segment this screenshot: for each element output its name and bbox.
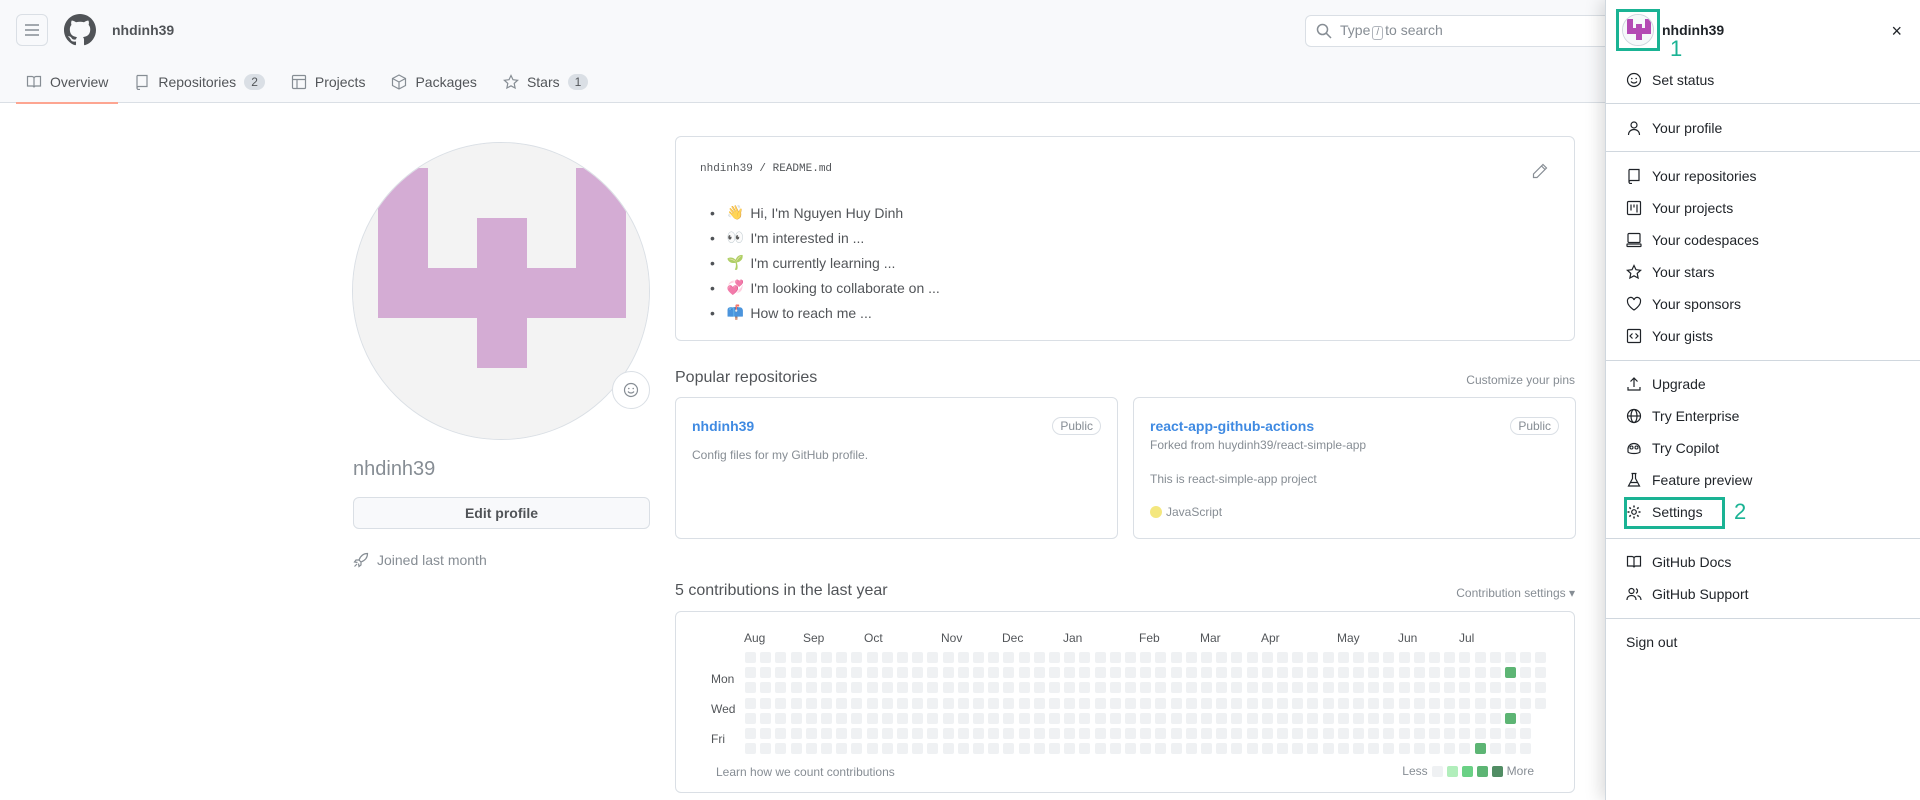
menu-item-label: Sign out <box>1626 634 1678 650</box>
menu-item-label: Try Copilot <box>1652 440 1720 456</box>
copilot-icon <box>1627 442 1641 455</box>
code-square-icon <box>1626 328 1642 344</box>
menu-item-your-projects[interactable]: Your projects <box>1622 194 1905 222</box>
project-icon <box>1626 200 1642 216</box>
user-menu-drawer: nhdinh39 1 × Set status Your profile You… <box>1605 0 1920 800</box>
annotation-number-2: 2 <box>1734 499 1747 524</box>
heart-icon <box>1626 296 1642 311</box>
menu-divider <box>1606 618 1920 619</box>
menu-item-label: Your projects <box>1652 200 1734 216</box>
menu-item-label: Your sponsors <box>1652 296 1741 312</box>
star-icon <box>1626 264 1642 280</box>
menu-item-your-repositories[interactable]: Your repositories <box>1622 162 1905 190</box>
menu-item-your-codespaces[interactable]: Your codespaces <box>1622 226 1905 254</box>
book-icon <box>1626 555 1642 568</box>
menu-divider <box>1606 103 1920 104</box>
close-icon[interactable]: × <box>1891 21 1902 42</box>
menu-item-try-enterprise[interactable]: Try Enterprise <box>1622 402 1905 430</box>
menu-item-label: Your codespaces <box>1652 232 1759 248</box>
menu-item-your-gists[interactable]: Your gists <box>1622 322 1905 350</box>
repo-icon <box>1628 168 1640 184</box>
annotation-number-1: 1 <box>1670 36 1683 61</box>
profile-page: nhdinh39 Type / to search Overview Reposit… <box>0 0 1920 800</box>
menu-item-label: Your repositories <box>1652 168 1757 184</box>
person-icon <box>1627 121 1641 136</box>
menu-backdrop[interactable] <box>0 0 1605 800</box>
menu-item-github-support[interactable]: GitHub Support <box>1622 580 1905 608</box>
annotation-box-2 <box>1624 497 1725 529</box>
menu-item-github-docs[interactable]: GitHub Docs <box>1622 548 1905 576</box>
menu-item-sign-out[interactable]: Sign out <box>1622 628 1905 656</box>
menu-item-feature-preview[interactable]: Feature preview <box>1622 466 1905 494</box>
menu-item-label: Try Enterprise <box>1652 408 1740 424</box>
upload-icon <box>1627 377 1641 391</box>
menu-item-try-copilot[interactable]: Try Copilot <box>1622 434 1905 462</box>
menu-item-label: Your gists <box>1652 328 1713 344</box>
menu-item-label: Set status <box>1652 72 1715 88</box>
menu-divider <box>1606 538 1920 539</box>
menu-divider <box>1606 151 1920 152</box>
globe-icon <box>1626 408 1642 424</box>
menu-item-label: GitHub Docs <box>1652 554 1732 570</box>
menu-divider <box>1606 360 1920 361</box>
smiley-icon <box>1626 72 1642 88</box>
people-icon <box>1626 587 1642 601</box>
menu-item-your-stars[interactable]: Your stars <box>1622 258 1905 286</box>
beaker-icon <box>1627 472 1641 487</box>
menu-item-label: Upgrade <box>1652 376 1706 392</box>
menu-item-label: GitHub Support <box>1652 586 1749 602</box>
annotation-box-1 <box>1616 9 1660 51</box>
menu-item-label: Your profile <box>1652 120 1723 136</box>
menu-item-your-profile[interactable]: Your profile <box>1622 114 1905 142</box>
codespaces-icon <box>1626 232 1642 248</box>
menu-item-your-sponsors[interactable]: Your sponsors <box>1622 290 1905 318</box>
menu-item-label: Feature preview <box>1652 472 1753 488</box>
menu-item-upgrade[interactable]: Upgrade <box>1622 370 1905 398</box>
menu-item-set-status[interactable]: Set status <box>1622 66 1905 94</box>
menu-item-label: Your stars <box>1652 264 1715 280</box>
